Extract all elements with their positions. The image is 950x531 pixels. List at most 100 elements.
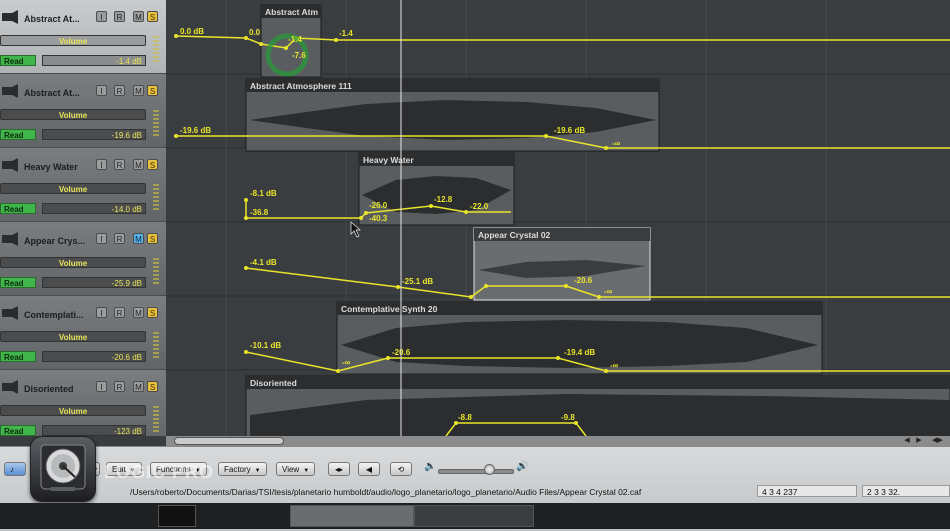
automation-mode-button[interactable]: Read <box>0 55 36 66</box>
automation-mode-button[interactable]: Read <box>0 277 36 288</box>
link-icon[interactable]: ♪ <box>4 462 26 476</box>
region-name: Contemplative Synth 20 <box>341 304 438 314</box>
automation-label: -1.4 <box>339 29 353 38</box>
region-name: Abstract Atm <box>265 7 318 17</box>
automation-label: -19.4 dB <box>564 348 595 357</box>
automation-parameter-menu[interactable]: Volume <box>0 257 146 268</box>
input-monitor-button[interactable]: I <box>96 11 107 22</box>
arrange-area[interactable]: Abstract Atm Abstract Atmosphere 111 Hea… <box>166 0 950 436</box>
level-meter <box>153 258 159 286</box>
solo-button[interactable]: S <box>147 159 158 170</box>
solo-button[interactable]: S <box>147 381 158 392</box>
automation-label: -∞ <box>604 287 613 296</box>
automation-value-field[interactable]: -19.6 dB <box>42 129 146 140</box>
scroll-right-arrow-icon[interactable]: ▶ <box>914 436 924 446</box>
automation-mode-button[interactable]: Read <box>0 425 36 436</box>
automation-label: -22.0 <box>470 202 489 211</box>
automation-mode-button[interactable]: Read <box>0 351 36 362</box>
record-enable-button[interactable]: R <box>114 307 125 318</box>
play-region-icon[interactable]: ◀ <box>358 462 380 476</box>
automation-value-field[interactable]: -1.4 dB <box>42 55 146 66</box>
automation-label: -7.6 <box>292 51 306 60</box>
track-header[interactable]: Disoriented I R M S Volume Read -123 dB <box>0 370 166 436</box>
input-monitor-button[interactable]: I <box>96 233 107 244</box>
automation-label: -19.6 dB <box>180 126 211 135</box>
audio-region[interactable]: Abstract Atmosphere 111 <box>245 78 660 152</box>
audio-track-icon <box>2 380 18 394</box>
automation-parameter-menu[interactable]: Volume <box>0 35 146 46</box>
automation-mode-button[interactable]: Read <box>0 129 36 140</box>
automation-value-field[interactable]: -14.0 dB <box>42 203 146 214</box>
scrollbar-thumb[interactable] <box>174 437 284 445</box>
region-name: Abstract Atmosphere 111 <box>250 81 352 91</box>
arrange-canvas[interactable]: Abstract Atm Abstract Atmosphere 111 Hea… <box>166 0 950 436</box>
track-header[interactable]: Abstract At... I R M S Volume Read -19.6… <box>0 74 166 148</box>
record-enable-button[interactable]: R <box>114 381 125 392</box>
automation-label: -8.1 dB <box>250 189 277 198</box>
automation-label: -10.1 dB <box>250 341 281 350</box>
automation-parameter-menu[interactable]: Volume <box>0 405 146 416</box>
automation-value-field[interactable]: -123 dB <box>42 425 146 436</box>
mute-button[interactable]: M <box>133 11 144 22</box>
level-meter <box>153 184 159 212</box>
audio-region[interactable]: Appear Crystal 02 <box>473 227 651 301</box>
position-counter-left: 4 3 4 237 <box>757 485 857 497</box>
automation-label: -9.8 <box>561 413 575 422</box>
automation-parameter-menu[interactable]: Volume <box>0 183 146 194</box>
preview-volume-slider[interactable] <box>438 469 514 474</box>
automation-label: -8.8 <box>458 413 472 422</box>
mute-button[interactable]: M <box>133 159 144 170</box>
automation-label: -20.6 <box>574 276 593 285</box>
track-header[interactable]: Heavy Water I R M S Volume Read -14.0 dB <box>0 148 166 222</box>
zoom-icon[interactable]: ◀▶ <box>932 436 943 446</box>
sample-editor-strip <box>0 503 950 529</box>
waveform-zoom-icon[interactable]: ◂▸ <box>328 462 350 476</box>
track-name: Heavy Water <box>24 162 78 172</box>
horizontal-scrollbar[interactable]: ◀ ▶ ◀▶ <box>166 436 950 446</box>
automation-parameter-menu[interactable]: Volume <box>0 331 146 342</box>
strip-waveform[interactable] <box>290 505 414 527</box>
mute-button[interactable]: M <box>133 233 144 244</box>
factory-menu[interactable]: Factory ▼ <box>218 462 267 476</box>
automation-value-field[interactable]: -20.6 dB <box>42 351 146 362</box>
automation-mode-button[interactable]: Read <box>0 203 36 214</box>
automation-label: -40.3 <box>369 214 388 223</box>
view-menu[interactable]: View ▼ <box>276 462 316 476</box>
track-header[interactable]: Contemplati... I R M S Volume Read -20.6… <box>0 296 166 370</box>
solo-button[interactable]: S <box>147 11 158 22</box>
record-enable-button[interactable]: R <box>114 85 125 96</box>
input-monitor-button[interactable]: I <box>96 381 107 392</box>
track-name: Appear Crys... <box>24 236 86 246</box>
record-enable-button[interactable]: R <box>114 11 125 22</box>
track-name: Contemplati... <box>24 310 84 320</box>
audio-region[interactable]: Disoriented <box>245 375 950 436</box>
logic-pro-watermark: LOGIC PRO <box>104 462 215 482</box>
record-enable-button[interactable]: R <box>114 159 125 170</box>
track-name: Abstract At... <box>24 14 80 24</box>
cycle-icon[interactable]: ⟲ <box>390 462 412 476</box>
input-monitor-button[interactable]: I <box>96 159 107 170</box>
input-monitor-button[interactable]: I <box>96 307 107 318</box>
region-name: Heavy Water <box>363 155 414 165</box>
scroll-left-arrow-icon[interactable]: ◀ <box>902 436 912 446</box>
solo-button[interactable]: S <box>147 233 158 244</box>
mute-button[interactable]: M <box>133 85 144 96</box>
track-header[interactable]: Abstract At... I R M S Volume Read -1.4 … <box>0 0 166 74</box>
automation-parameter-menu[interactable]: Volume <box>0 109 146 120</box>
track-name: Abstract At... <box>24 88 80 98</box>
track-header[interactable]: Appear Crys... I R M S Volume Read -25.9… <box>0 222 166 296</box>
solo-button[interactable]: S <box>147 307 158 318</box>
factory-menu-label: Factory <box>224 465 251 474</box>
level-meter <box>153 36 159 64</box>
automation-label: -∞ <box>610 361 619 370</box>
preview-volume-knob[interactable] <box>484 464 495 475</box>
automation-value-field[interactable]: -25.9 dB <box>42 277 146 288</box>
mute-button[interactable]: M <box>133 307 144 318</box>
input-monitor-button[interactable]: I <box>96 85 107 96</box>
mute-button[interactable]: M <box>133 381 144 392</box>
automation-label: -∞ <box>342 358 351 367</box>
solo-button[interactable]: S <box>147 85 158 96</box>
file-path: /Users/roberto/Documents/Darias/TSI/tesi… <box>130 487 642 497</box>
record-enable-button[interactable]: R <box>114 233 125 244</box>
audio-track-icon <box>2 158 18 172</box>
